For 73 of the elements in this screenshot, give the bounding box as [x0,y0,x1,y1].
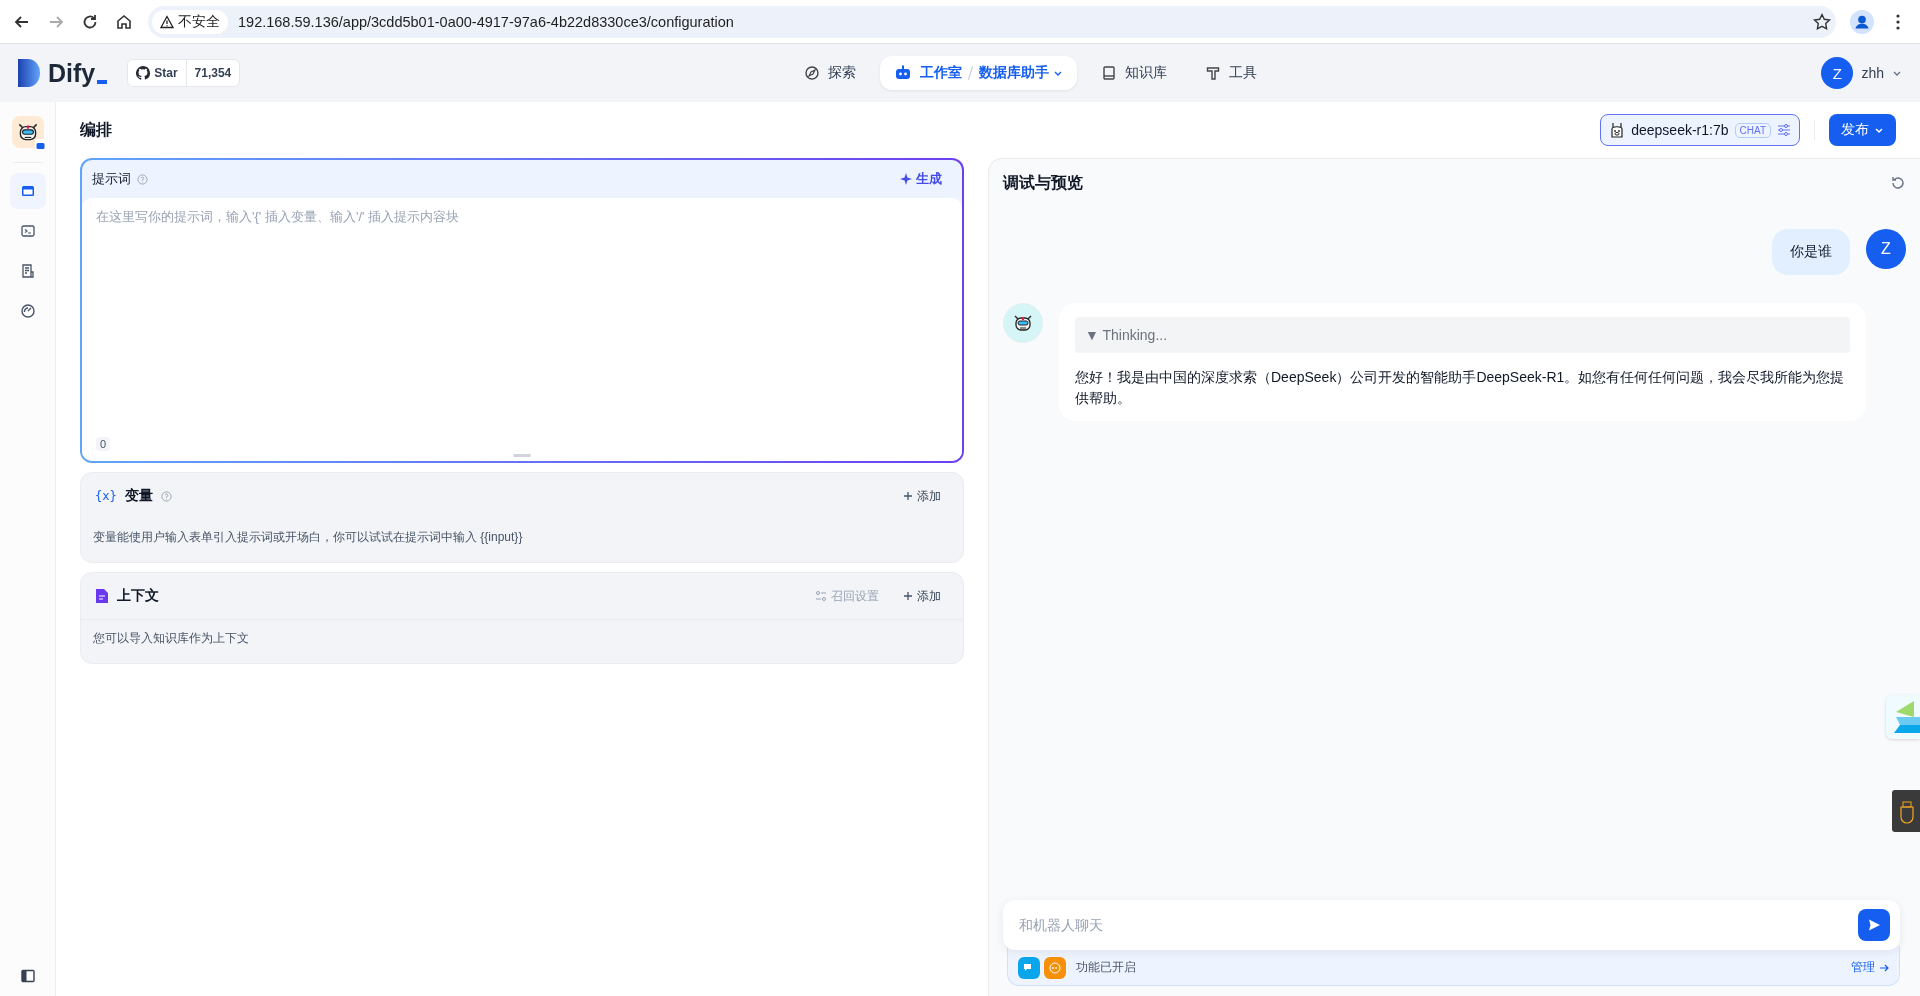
bot-avatar-icon [1003,303,1043,343]
character-count: 0 [96,437,111,451]
nav-tab[interactable]: 工具 [1191,56,1271,90]
variable-icon: {x} [95,489,117,503]
section-description: 您可以导入知识库作为上下文 [81,619,963,663]
prompt-editor[interactable]: 提示词 生成 在这里写你的提示词，输入'{' 插入变量、输入'/' 插入提示内容块 0 [80,158,964,463]
nav-tab[interactable]: 知识库 [1087,56,1181,90]
prompt-placeholder: 在这里写你的提示词，输入'{' 插入变量、输入'/' 插入提示内容块 [96,208,461,226]
section-title: 变量 [124,487,153,505]
star-count: 71,354 [185,60,240,86]
publish-button[interactable]: 发布 [1829,114,1896,146]
document-icon [19,263,36,279]
terminal-icon [19,223,36,239]
chat-input-field[interactable]: 和机器人聊天 [1017,916,1858,934]
chat-bubble-icon [1018,956,1040,979]
help-icon [160,490,172,502]
settings-icon [815,590,827,602]
page-title: 编排 [80,119,112,140]
features-status: 功能已开启 [1076,959,1136,976]
chevron-down-icon [1874,125,1884,135]
app-switcher[interactable]: 数据库助手 [979,64,1063,82]
layout-icon [19,183,36,199]
robot-icon [894,65,912,81]
bookmark-star-icon[interactable] [1812,11,1832,32]
send-icon [1867,918,1881,932]
compass-icon [804,65,820,81]
panel-title: 调试与预览 [1003,172,1083,193]
user-avatar: Z [1821,57,1854,89]
model-mode-tag: CHAT [1734,122,1771,138]
logo-text: Dify [48,58,96,88]
github-icon [136,66,151,80]
section-title: 提示词 [92,170,131,188]
tool-icon [1205,65,1221,81]
sparkle-icon [900,173,912,185]
address-bar[interactable]: 不安全 192.168.59.136/app/3cdd5b01-0a00-4917-97a6-4b22d8330ce3/configuration [148,5,1836,38]
model-selector[interactable]: deepseek-r1:7b CHAT [1600,114,1800,146]
logo-icon [18,59,42,87]
gauge-icon [19,303,36,319]
url-text: 192.168.59.136/app/3cdd5b01-0a00-4917-97a6-4b22d8330ce3/configuration [238,13,734,30]
user-avatar: Z [1866,229,1906,269]
chat-input[interactable]: 和机器人聊天 [1003,900,1900,950]
bot-message-text: 您好！我是由中国的深度求索（DeepSeek）公司开发的智能助手DeepSeek-R1。如您有任何任何问题，我会尽我所能为您提供帮助。 [1075,368,1846,408]
send-button[interactable] [1858,909,1890,941]
manage-link[interactable]: 管理 [1851,959,1889,976]
warning-icon [160,14,174,29]
profile-icon[interactable] [1850,9,1874,34]
sliders-icon [1777,123,1791,137]
sidebar-item[interactable] [9,173,46,209]
generate-button[interactable]: 生成 [890,170,952,188]
help-icon [137,173,148,185]
app-icon[interactable] [11,116,44,148]
nav-tab[interactable]: 工作室 数据库助手 [880,56,1077,90]
sidebar-toggle-icon[interactable] [19,968,36,984]
github-star-button[interactable]: Star 71,354 [127,59,241,87]
file-icon [95,588,109,604]
user-menu[interactable]: Z zhh [1821,57,1902,89]
user-message: 你是谁 [1772,229,1850,275]
nav-tab[interactable]: 探索 [790,56,870,90]
refresh-icon[interactable] [1890,175,1906,191]
plus-icon [903,591,913,601]
add-button[interactable]: 添加 [895,587,949,605]
resize-handle[interactable] [513,454,531,457]
section-description: 变量能使用户输入表单引入提示词或开场白，你可以试试在提示词中输入 {{input}} [92,529,524,546]
section-title: 上下文 [117,587,159,605]
logo-underscore-icon [97,80,108,84]
llama-icon [1609,121,1626,139]
arrow-right-icon [1879,962,1889,973]
add-button[interactable]: 添加 [895,487,949,505]
book-icon [1101,65,1117,81]
plus-icon [903,491,913,501]
thinking-toggle[interactable]: ▼ Thinking... [1075,317,1850,353]
model-name: deepseek-r1:7b [1631,122,1729,138]
security-indicator[interactable]: 不安全 [152,9,228,34]
